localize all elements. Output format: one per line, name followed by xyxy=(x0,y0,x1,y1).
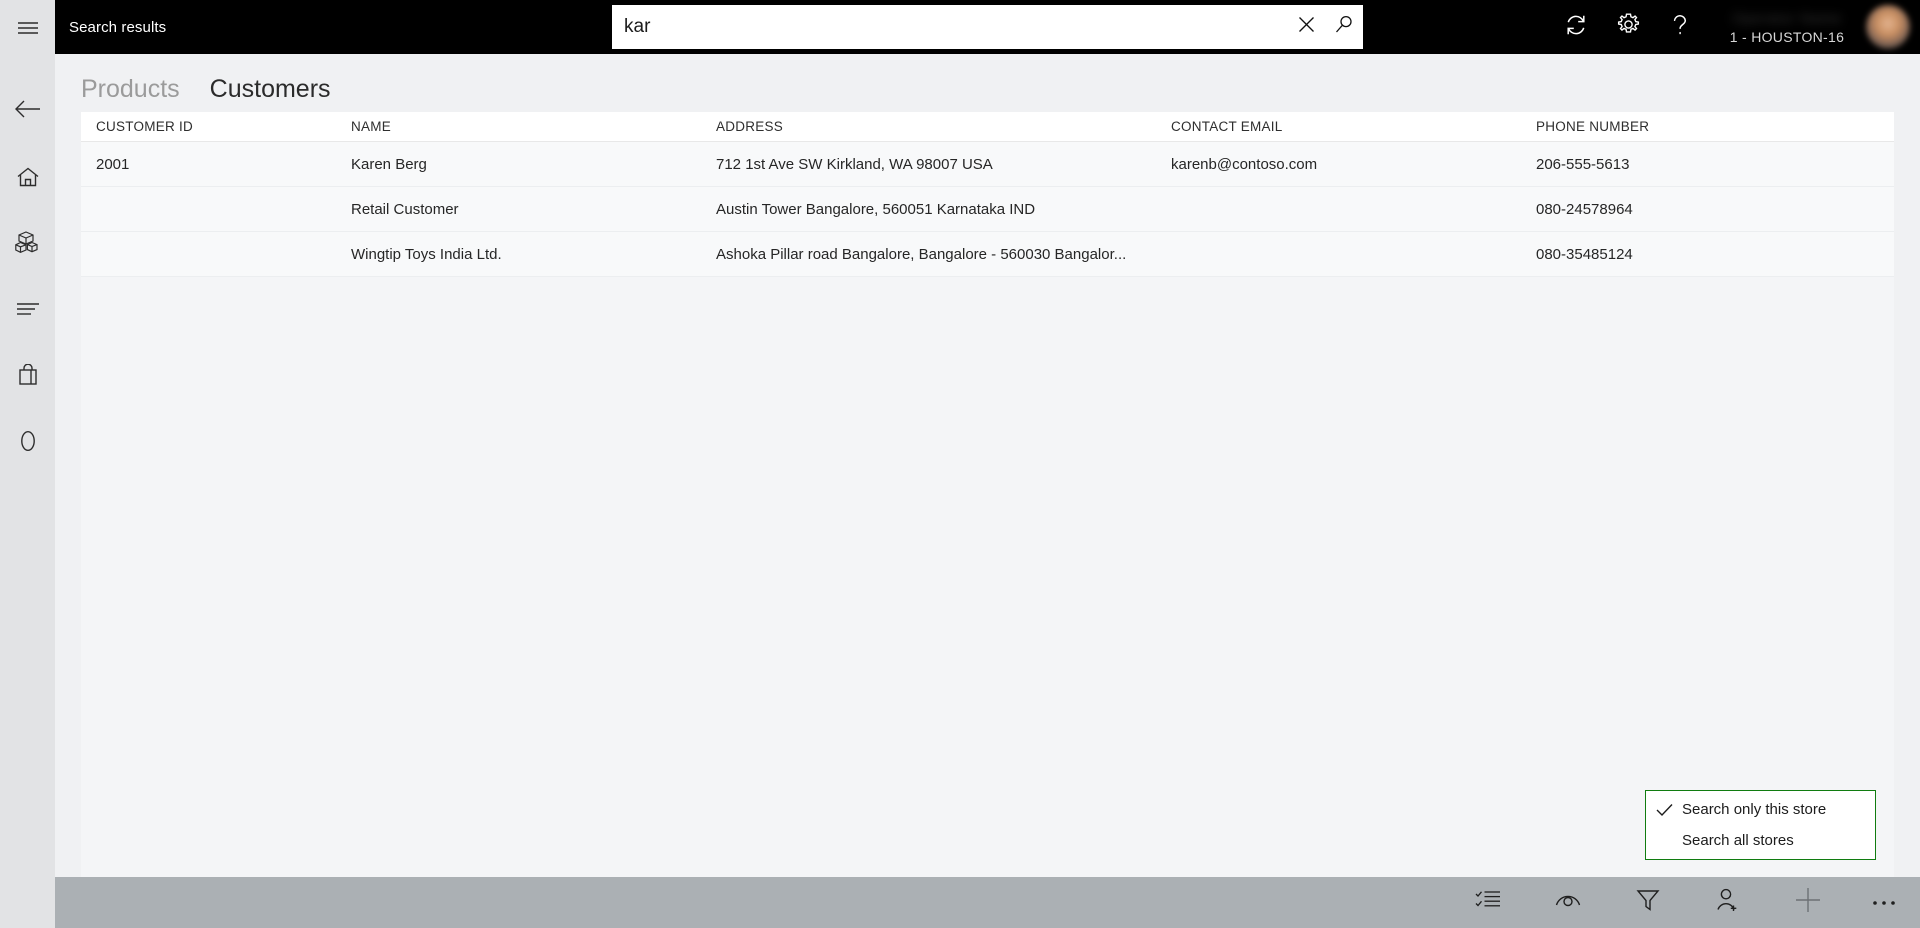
add-button[interactable] xyxy=(1768,877,1848,928)
settings-button[interactable] xyxy=(1602,0,1654,54)
more-options-button[interactable] xyxy=(1848,877,1920,928)
top-bar-actions: Operator Name 1 - HOUSTON-16 xyxy=(1550,0,1920,54)
column-header-contact-email[interactable]: CONTACT EMAIL xyxy=(1171,119,1536,134)
refresh-button[interactable] xyxy=(1550,0,1602,54)
grid-header-row: CUSTOMER ID NAME ADDRESS CONTACT EMAIL P… xyxy=(81,112,1894,142)
search-icon xyxy=(1335,15,1354,39)
sidebar-item-products[interactable] xyxy=(0,215,55,271)
store-label: 1 - HOUSTON-16 xyxy=(1729,28,1845,45)
customers-grid: CUSTOMER ID NAME ADDRESS CONTACT EMAIL P… xyxy=(81,112,1894,277)
list-lines-icon xyxy=(16,302,40,316)
result-tabs: Products Customers xyxy=(55,54,1920,104)
table-row[interactable]: 2001 Karen Berg 712 1st Ave SW Kirkland,… xyxy=(81,142,1894,187)
search-scope-flyout: Search only this store Search all stores xyxy=(1645,790,1876,860)
submit-search-button[interactable] xyxy=(1325,6,1363,48)
cell-address: Austin Tower Bangalore, 560051 Karnataka… xyxy=(716,200,1036,218)
refresh-icon xyxy=(1564,13,1588,42)
flyout-item-search-only-this-store[interactable]: Search only this store xyxy=(1646,794,1875,825)
cell-name: Karen Berg xyxy=(351,155,427,173)
flyout-item-search-all-stores[interactable]: Search all stores xyxy=(1646,825,1875,856)
close-icon xyxy=(1298,16,1315,38)
avatar[interactable] xyxy=(1866,5,1910,49)
search-input[interactable] xyxy=(612,6,1287,48)
funnel-icon xyxy=(1636,888,1660,917)
user-info[interactable]: Operator Name 1 - HOUSTON-16 xyxy=(1712,0,1862,54)
plus-icon xyxy=(1794,886,1822,919)
filter-button[interactable] xyxy=(1608,877,1688,928)
add-person-icon xyxy=(1715,888,1741,917)
eye-icon xyxy=(1554,890,1582,915)
column-header-address[interactable]: ADDRESS xyxy=(716,119,1171,134)
flyout-item-label: Search only this store xyxy=(1682,801,1827,818)
table-row[interactable]: Retail Customer Austin Tower Bangalore, … xyxy=(81,187,1894,232)
check-icon xyxy=(1646,803,1682,817)
sidebar-item-home[interactable] xyxy=(0,149,55,205)
sidebar-item-shopping-bag[interactable] xyxy=(0,347,55,403)
cell-customer-id: 2001 xyxy=(96,155,130,173)
gear-icon xyxy=(1616,12,1641,42)
shopping-bag-icon xyxy=(18,364,38,386)
cell-phone-number: 080-24578964 xyxy=(1536,200,1633,218)
user-name: Operator Name xyxy=(1732,9,1842,26)
cell-phone-number: 206-555-5613 xyxy=(1536,155,1630,173)
content-area: Products Customers CUSTOMER ID NAME ADDR… xyxy=(55,54,1920,912)
ellipsis-icon xyxy=(1871,894,1897,912)
table-row[interactable]: Wingtip Toys India Ltd. Ashoka Pillar ro… xyxy=(81,232,1894,277)
column-header-phone-number[interactable]: PHONE NUMBER xyxy=(1536,119,1856,134)
search-box[interactable] xyxy=(612,5,1363,49)
cell-name: Retail Customer xyxy=(351,200,459,218)
cell-name: Wingtip Toys India Ltd. xyxy=(351,245,502,263)
bottom-app-bar xyxy=(55,877,1920,928)
back-button[interactable] xyxy=(0,81,55,137)
boxes-icon xyxy=(14,231,41,255)
flyout-item-label: Search all stores xyxy=(1682,832,1794,849)
cell-phone-number: 080-35485124 xyxy=(1536,245,1633,263)
hamburger-menu-button[interactable] xyxy=(0,0,55,56)
page-title: Search results xyxy=(69,18,167,36)
column-header-name[interactable]: NAME xyxy=(351,119,716,134)
cell-address: 712 1st Ave SW Kirkland, WA 98007 USA xyxy=(716,155,993,173)
sidebar-item-cart-count[interactable] xyxy=(0,413,55,469)
cell-address: Ashoka Pillar road Bangalore, Bangalore … xyxy=(716,245,1127,263)
checklist-icon xyxy=(1475,890,1501,915)
zero-icon xyxy=(19,429,37,453)
clear-search-button[interactable] xyxy=(1287,6,1325,48)
back-arrow-icon xyxy=(14,99,42,119)
add-customer-button[interactable] xyxy=(1688,877,1768,928)
home-icon xyxy=(17,167,39,187)
help-button[interactable] xyxy=(1654,0,1706,54)
tab-customers[interactable]: Customers xyxy=(210,74,331,104)
view-details-button[interactable] xyxy=(1528,877,1608,928)
column-header-customer-id[interactable]: CUSTOMER ID xyxy=(81,119,351,134)
tab-products[interactable]: Products xyxy=(81,74,180,104)
hamburger-icon xyxy=(17,20,39,36)
select-mode-button[interactable] xyxy=(1448,877,1528,928)
sidebar-item-transactions[interactable] xyxy=(0,281,55,337)
cell-contact-email: karenb@contoso.com xyxy=(1171,155,1318,173)
top-bar: Search results kar Operator Name 1 - HOU… xyxy=(55,0,1920,54)
left-navigation-rail xyxy=(0,0,55,928)
help-icon xyxy=(1669,13,1691,42)
app-window: Search results kar Operator Name 1 - HOU… xyxy=(0,0,1920,928)
